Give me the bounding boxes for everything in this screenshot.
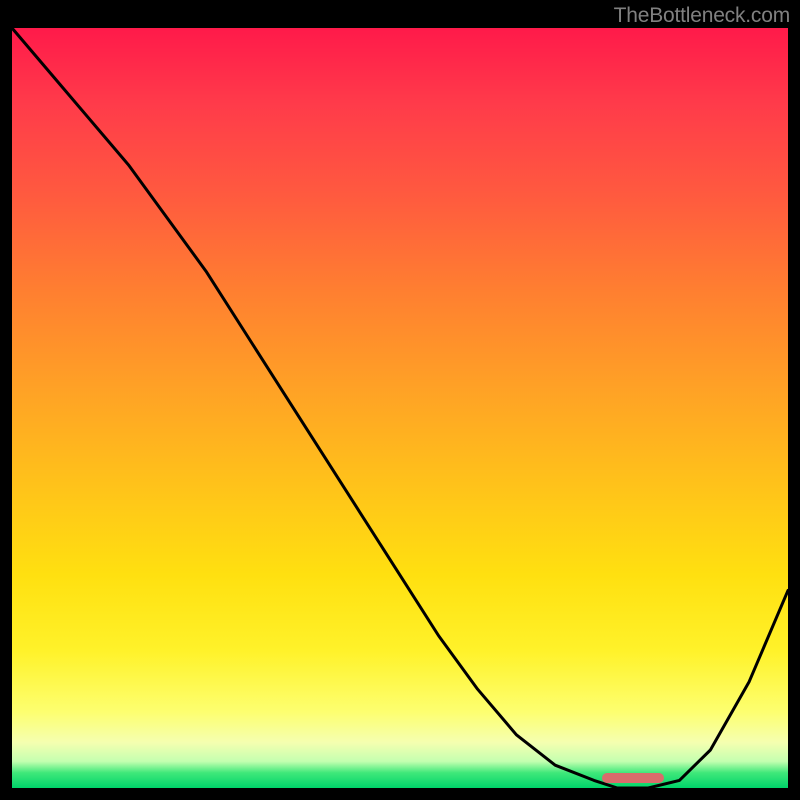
chart-container: TheBottleneck.com [0, 0, 800, 800]
watermark-text: TheBottleneck.com [614, 4, 790, 28]
optimal-range-marker [602, 773, 664, 783]
plot-area [12, 28, 788, 788]
bottleneck-curve-line [12, 28, 788, 788]
curve-svg [12, 28, 788, 788]
